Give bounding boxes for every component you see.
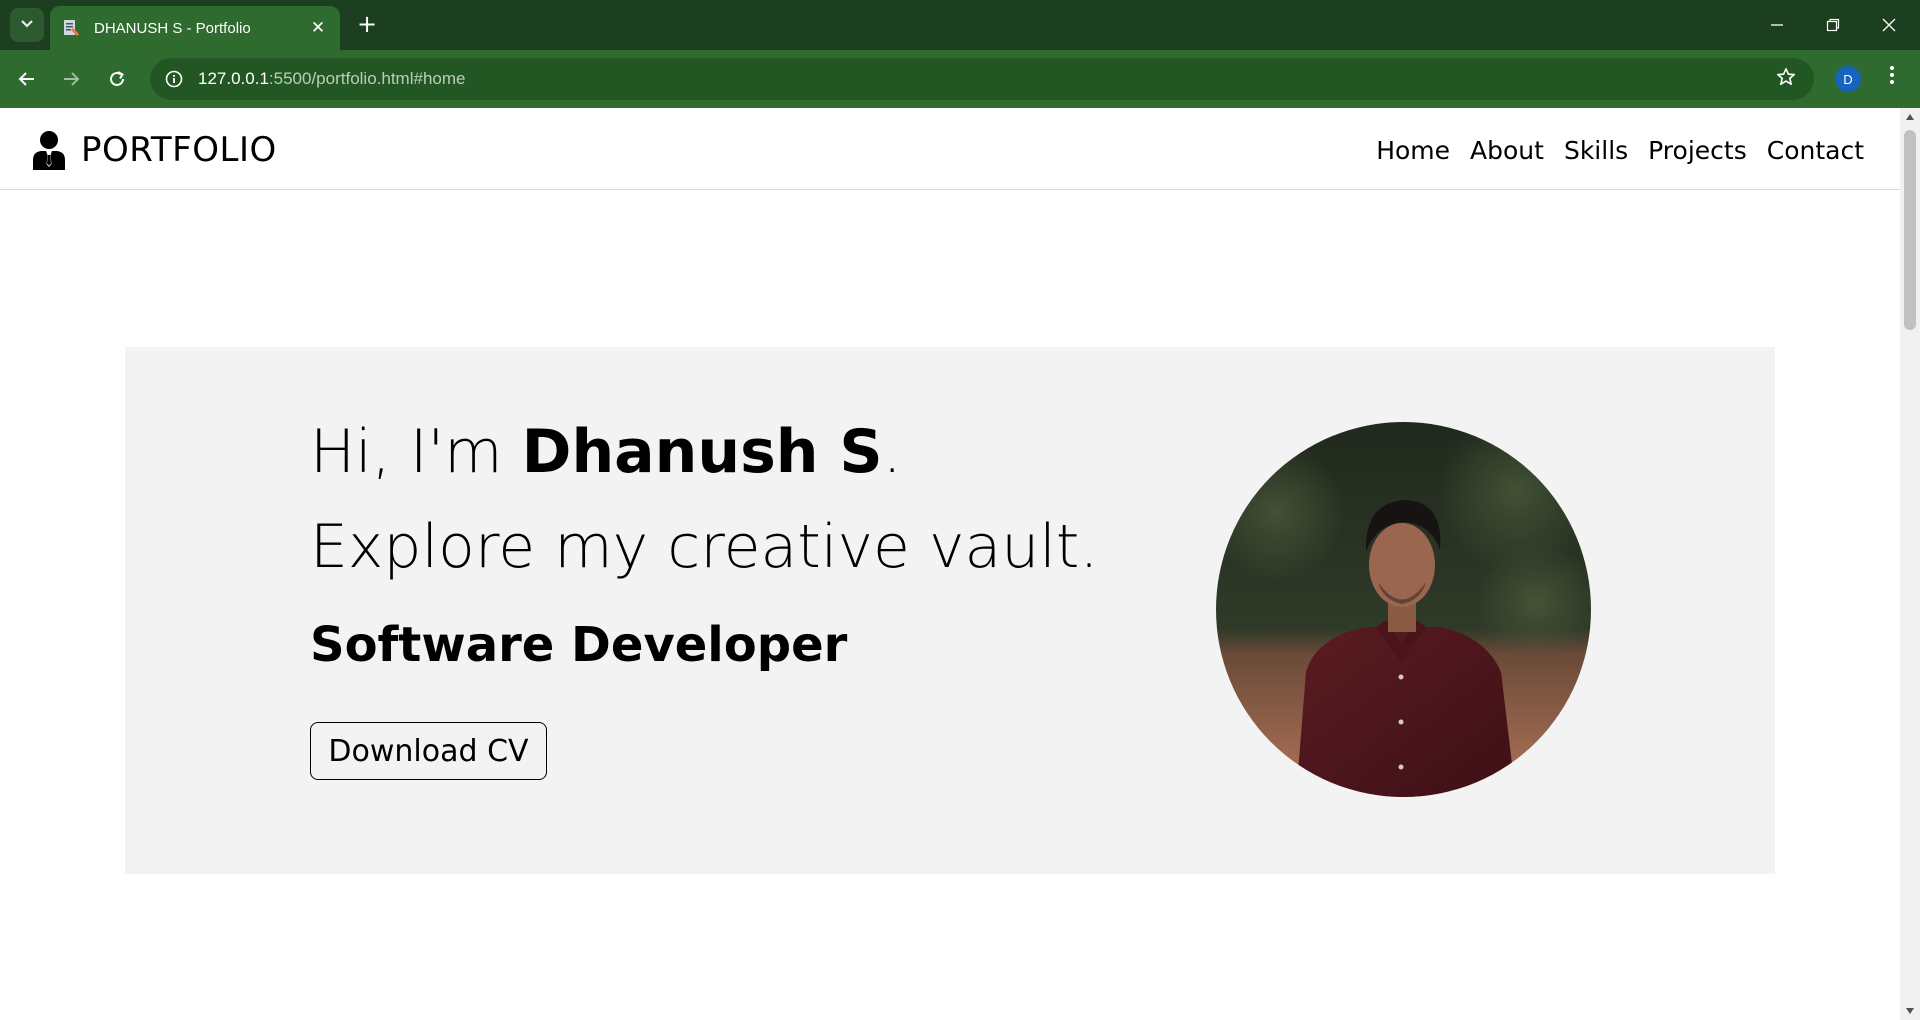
- page-scrollbar[interactable]: [1900, 108, 1920, 1020]
- url-text[interactable]: 127.0.0.1:5500/portfolio.html#home: [198, 69, 465, 89]
- bookmark-button[interactable]: [1774, 67, 1798, 91]
- arrow-right-icon: [64, 72, 80, 86]
- address-bar[interactable]: 127.0.0.1:5500/portfolio.html#home: [150, 58, 1814, 100]
- url-host: 127.0.0.1: [198, 69, 269, 88]
- reload-icon: [110, 71, 124, 86]
- hero-role: Software Developer: [310, 617, 848, 673]
- reload-button[interactable]: [102, 64, 132, 94]
- scroll-down-icon[interactable]: [1900, 1002, 1920, 1020]
- close-window-button[interactable]: [1866, 10, 1912, 40]
- logo-text: PORTFOLIO: [81, 130, 277, 170]
- site-info-button[interactable]: [160, 65, 188, 93]
- hero-greeting: Hi, I'm Dhanush S.: [310, 417, 902, 487]
- hero-name: Dhanush S: [521, 417, 883, 487]
- tab-strip: DHANUSH S - Portfolio ✕ +: [0, 0, 1920, 50]
- restore-button[interactable]: [1810, 10, 1856, 40]
- main-nav: Home About Skills Projects Contact: [1376, 130, 1864, 170]
- page-viewport: PORTFOLIO Home About Skills Projects Con…: [0, 108, 1900, 1020]
- nav-contact[interactable]: Contact: [1767, 136, 1864, 165]
- tab-title: DHANUSH S - Portfolio: [94, 19, 251, 37]
- scroll-up-icon[interactable]: [1900, 108, 1920, 126]
- nav-skills[interactable]: Skills: [1564, 136, 1628, 165]
- document-icon: [62, 19, 80, 37]
- browser-toolbar: 127.0.0.1:5500/portfolio.html#home D: [0, 50, 1920, 108]
- active-tab[interactable]: DHANUSH S - Portfolio ✕: [50, 6, 340, 50]
- info-icon: [165, 70, 183, 88]
- forward-button[interactable]: [56, 64, 86, 94]
- minimize-icon: [1771, 24, 1783, 26]
- logo[interactable]: PORTFOLIO: [32, 128, 277, 172]
- hero-tagline: Explore my creative vault.: [310, 512, 1099, 582]
- scroll-thumb[interactable]: [1904, 130, 1916, 330]
- minimize-button[interactable]: [1754, 10, 1800, 40]
- greeting-suffix: .: [882, 417, 902, 487]
- download-cv-button[interactable]: Download CV: [310, 722, 547, 780]
- arrow-left-icon: [18, 72, 34, 86]
- star-icon: [1777, 68, 1795, 85]
- nav-projects[interactable]: Projects: [1648, 136, 1747, 165]
- new-tab-button[interactable]: +: [354, 12, 380, 38]
- back-button[interactable]: [12, 64, 42, 94]
- greeting-prefix: Hi, I'm: [310, 417, 522, 487]
- profile-avatar[interactable]: D: [1835, 66, 1861, 92]
- restore-icon: [1826, 18, 1840, 32]
- browser-menu-button[interactable]: [1880, 64, 1904, 94]
- tab-search-button[interactable]: [10, 8, 44, 42]
- kebab-menu-icon: [1890, 66, 1894, 84]
- close-icon: [1882, 18, 1896, 32]
- nav-home[interactable]: Home: [1376, 136, 1450, 165]
- site-header: PORTFOLIO Home About Skills Projects Con…: [0, 108, 1900, 190]
- tab-close-icon[interactable]: ✕: [308, 18, 328, 38]
- url-path: :5500/portfolio.html#home: [268, 69, 466, 88]
- profile-photo: [1216, 422, 1591, 797]
- person-icon: [32, 130, 66, 170]
- hero-section: Hi, I'm Dhanush S. Explore my creative v…: [125, 347, 1775, 874]
- chevron-down-icon: [20, 17, 34, 33]
- nav-about[interactable]: About: [1470, 136, 1544, 165]
